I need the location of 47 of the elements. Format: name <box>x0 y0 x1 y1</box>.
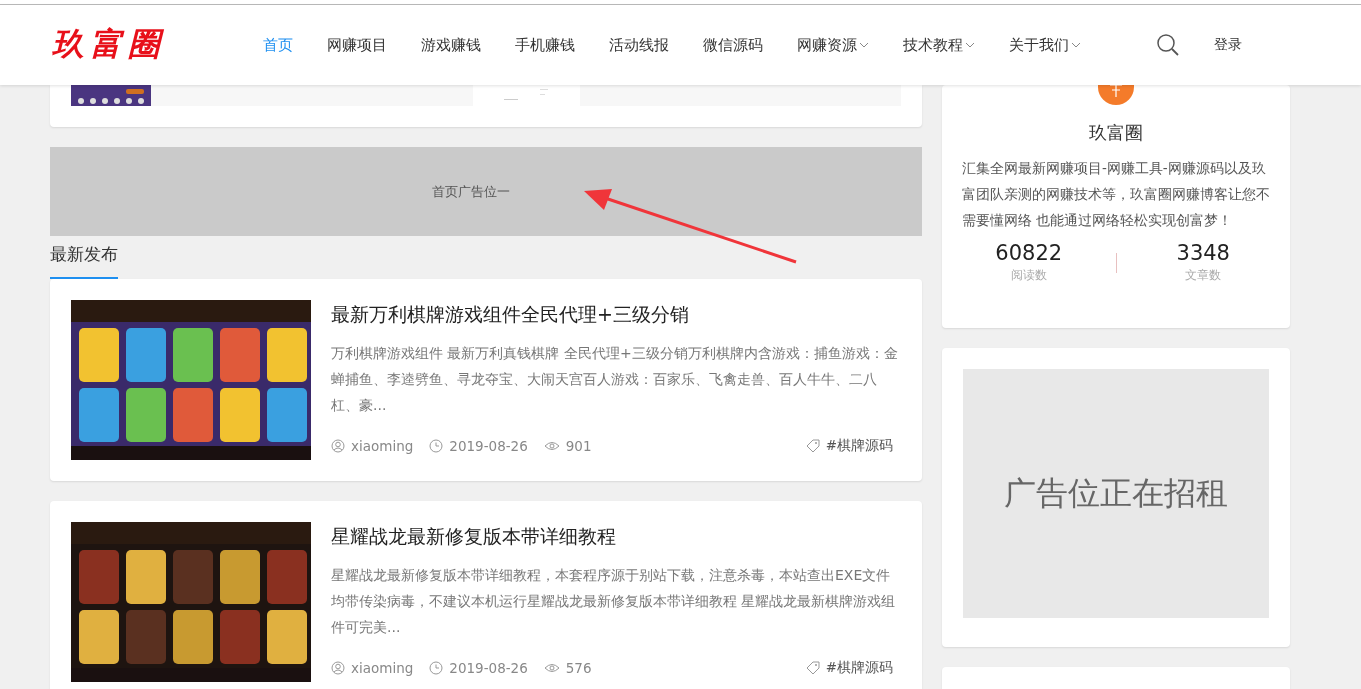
user-icon <box>331 439 345 453</box>
eye-icon <box>543 440 560 452</box>
caret-icon <box>1071 42 1081 48</box>
nav-link[interactable]: 手机赚钱 <box>498 35 592 55</box>
caret-icon <box>859 42 869 48</box>
clock-icon <box>429 439 444 453</box>
nav-link[interactable]: 活动线报 <box>592 35 686 55</box>
ad-placeholder[interactable]: 广告位正在招租 <box>963 369 1269 618</box>
login-link[interactable]: 登录 <box>1214 36 1242 54</box>
nav-link[interactable]: 关于我们 <box>992 35 1098 55</box>
clock-icon <box>429 661 444 675</box>
nav-link[interactable]: 技术教程 <box>886 35 992 55</box>
search-icon[interactable] <box>1156 33 1180 57</box>
stat-value: 60822 <box>994 241 1064 265</box>
post-tile[interactable] <box>71 85 473 106</box>
post-excerpt: 万利棋牌游戏组件 最新万利真钱棋牌 全民代理+三级分销万利棋牌内含游戏：捕鱼游戏：金蝉捕鱼、李逵劈鱼、寻龙夺宝、大闹天宫百人游戏：百家乐、飞禽走兽、百人牛牛、二八杠、豪... <box>331 344 899 415</box>
ad-banner[interactable]: 首页广告位一 <box>50 147 922 236</box>
post-date: 2019-08-26 <box>449 660 528 676</box>
profile-description: 汇集全网最新网赚项目-网赚工具-网赚源码以及玖富团队亲测的网赚技术等，玖富圈网赚博客让您不需要懂网络 也能通过网络轻松实现创富梦！ <box>962 159 1270 230</box>
stat-label: 阅读数 <box>1009 267 1048 284</box>
tag-link[interactable]: #棋牌源码 <box>825 659 893 677</box>
nav-link[interactable]: 微信源码 <box>686 35 780 55</box>
eye-icon <box>543 662 560 674</box>
profile-name: 玖富圈 <box>1089 121 1143 145</box>
nav-link[interactable]: 首页 <box>246 35 310 55</box>
view-count: 901 <box>565 438 592 454</box>
caret-icon <box>965 42 975 48</box>
nav-link[interactable]: 网赚项目 <box>310 35 404 55</box>
view-count: 576 <box>565 660 592 676</box>
user-icon <box>331 661 345 675</box>
tag-icon <box>805 439 820 453</box>
stat-label: 文章数 <box>1184 267 1223 284</box>
stat-value: 3348 <box>1175 241 1231 265</box>
ad-text: 首页广告位一 <box>432 182 510 201</box>
post-date: 2019-08-26 <box>449 438 528 454</box>
nav-link[interactable]: 游戏赚钱 <box>404 35 498 55</box>
author-name[interactable]: xiaoming <box>351 660 414 676</box>
ad-text: 广告位正在招租 <box>1004 472 1228 514</box>
nav-link[interactable]: 网赚资源 <box>780 35 886 55</box>
post-title[interactable]: 星耀战龙最新修复版本带详细教程 <box>331 524 901 550</box>
site-logo[interactable]: 玖富圈 <box>52 23 202 67</box>
author-name[interactable]: xiaoming <box>351 438 414 454</box>
tag-icon <box>805 661 820 675</box>
post-excerpt: 星耀战龙最新修复版本带详细教程，本套程序源于别站下载，注意杀毒，本站查出EXE文件均带传染病毒，不建议本机运行星耀战龙最新修复版本带详细教程 星耀战龙最新棋牌游戏组件可完美... <box>331 566 897 637</box>
post-title[interactable]: 最新万利棋牌游戏组件全民代理+三级分销 <box>331 302 901 328</box>
post-tile[interactable] <box>499 85 901 106</box>
tag-link[interactable]: #棋牌源码 <box>825 437 893 455</box>
